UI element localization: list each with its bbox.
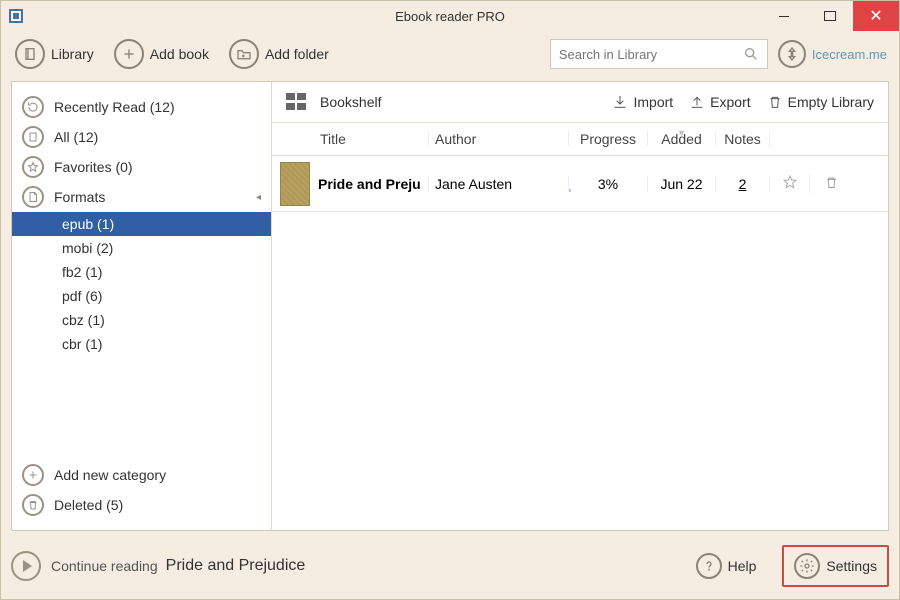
formats-icon [22,186,44,208]
add-category-label: Add new category [54,467,166,483]
help-icon [696,553,722,579]
trash-icon [22,494,44,516]
search-icon[interactable] [743,46,759,62]
sidebar-item-label: fb2 (1) [62,264,102,280]
main-panel: Recently Read (12) All (12) Favorites (0… [11,81,889,531]
content-header: Bookshelf Import Export Empty Library [272,82,888,122]
sidebar-item-epub[interactable]: epub (1) [12,212,271,236]
sidebar-item-pdf[interactable]: pdf (6) [12,284,271,308]
minimize-button[interactable] [761,1,807,31]
window-controls: ✕ [761,1,899,31]
favorite-toggle[interactable] [770,174,810,193]
all-icon [22,126,44,148]
col-title[interactable]: Title [318,131,428,147]
add-book-label: Add book [150,46,209,62]
app-icon [9,9,23,23]
sidebar-item-label: Formats [54,189,105,205]
titlebar: Ebook reader PRO ✕ [1,1,899,31]
add-category-button[interactable]: Add new category [12,460,271,490]
library-label: Library [51,46,94,62]
help-label: Help [728,558,757,574]
delete-row-button[interactable] [810,175,850,193]
gear-icon [794,553,820,579]
add-folder-button[interactable]: Add folder [223,35,335,73]
sort-desc-icon: ▼ [677,128,686,138]
content-panel: Bookshelf Import Export Empty Library Ti… [272,82,888,530]
status-bar: Continue reading Pride and Prejudice Hel… [11,543,889,589]
current-book-title[interactable]: Pride and Prejudice [166,557,306,575]
sidebar-item-mobi[interactable]: mobi (2) [12,236,271,260]
book-author: Jane Austen [428,176,568,192]
sidebar-item-label: mobi (2) [62,240,113,256]
sidebar-item-label: pdf (6) [62,288,102,304]
star-icon [22,156,44,178]
book-notes[interactable]: 2 [716,176,770,192]
help-button[interactable]: Help [686,547,767,585]
sidebar-item-label: Favorites (0) [54,159,133,175]
col-progress[interactable]: Progress [568,131,648,147]
import-label: Import [633,94,673,110]
export-label: Export [710,94,750,110]
bookshelf-label: Bookshelf [320,94,381,110]
search-box[interactable] [550,39,768,69]
chevron-left-icon: ◂ [256,192,261,203]
export-icon [689,94,705,110]
library-button[interactable]: Library [9,35,100,73]
search-input[interactable] [559,47,743,62]
continue-reading-button[interactable] [11,551,41,581]
table-row[interactable]: Pride and Preju Jane Austen 3% Jun 22 2 [272,156,888,212]
export-button[interactable]: Export [689,94,750,110]
import-icon [612,94,628,110]
toolbar: Library Add book Add folder Icecream.me [1,31,899,77]
folder-plus-icon [229,39,259,69]
book-progress: 3% [568,176,648,192]
col-added[interactable]: ▼Added [648,131,716,147]
book-icon [15,39,45,69]
trash-icon [767,94,783,110]
table-header: Title Author Progress ▼Added Notes [272,122,888,156]
sidebar-item-all[interactable]: All (12) [12,122,271,152]
add-book-button[interactable]: Add book [108,35,215,73]
sidebar-item-label: epub (1) [62,216,114,232]
sidebar-item-deleted[interactable]: Deleted (5) [12,490,271,520]
settings-button[interactable]: Settings [782,545,889,587]
grid-icon[interactable] [286,93,308,111]
continue-reading-label: Continue reading [51,558,158,574]
sidebar-item-fb2[interactable]: fb2 (1) [12,260,271,284]
col-author[interactable]: Author [428,131,568,147]
sidebar-item-cbr[interactable]: cbr (1) [12,332,271,356]
account-label: Icecream.me [812,47,887,62]
empty-library-button[interactable]: Empty Library [767,94,874,110]
sidebar-item-label: cbz (1) [62,312,105,328]
sidebar-item-recent[interactable]: Recently Read (12) [12,92,271,122]
empty-library-label: Empty Library [788,94,874,110]
add-folder-label: Add folder [265,46,329,62]
maximize-button[interactable] [807,1,853,31]
recent-icon [22,96,44,118]
trash-icon [824,175,839,190]
sidebar-item-label: Deleted (5) [54,497,123,513]
sidebar-item-favorites[interactable]: Favorites (0) [12,152,271,182]
col-notes[interactable]: Notes [716,131,770,147]
account-icon [778,40,806,68]
book-cover[interactable] [280,162,310,206]
import-button[interactable]: Import [612,94,673,110]
sidebar-item-cbz[interactable]: cbz (1) [12,308,271,332]
plus-icon [114,39,144,69]
book-added: Jun 22 [648,176,716,192]
sidebar: Recently Read (12) All (12) Favorites (0… [12,82,272,530]
plus-icon [22,464,44,486]
sidebar-item-label: Recently Read (12) [54,99,175,115]
settings-label: Settings [826,558,877,574]
account-link[interactable]: Icecream.me [778,40,887,68]
book-title[interactable]: Pride and Preju [318,176,428,192]
sidebar-item-label: All (12) [54,129,98,145]
close-button[interactable]: ✕ [853,1,899,31]
sidebar-item-label: cbr (1) [62,336,102,352]
sidebar-item-formats[interactable]: Formats ◂ [12,182,271,212]
star-icon [782,174,798,190]
